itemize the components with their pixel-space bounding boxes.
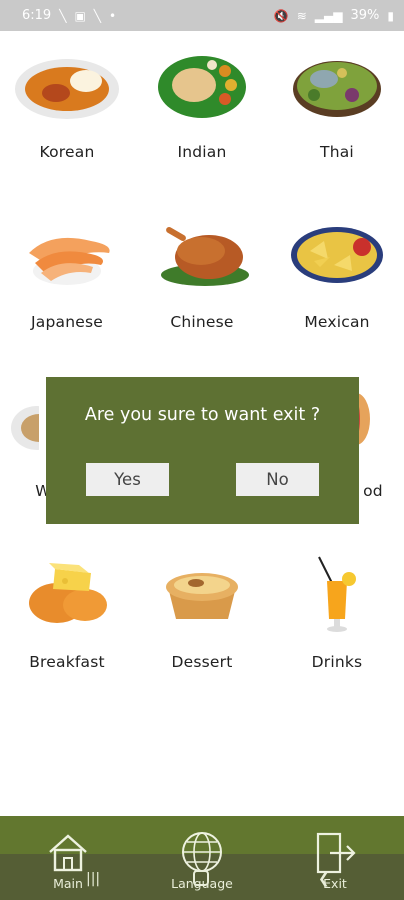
category-label: Drinks (311, 653, 363, 671)
recent-apps-button[interactable]: ||| (86, 871, 100, 887)
nav-label: Exit (323, 876, 347, 891)
category-thai[interactable]: Thai (270, 31, 404, 191)
exit-dialog: Are you sure to want exit ? Yes No (46, 377, 359, 524)
category-breakfast[interactable]: Breakfast (0, 541, 134, 701)
category-japanese[interactable]: Japanese (0, 201, 134, 361)
category-label: Korean (39, 143, 95, 161)
category-mexican[interactable]: Mexican (270, 201, 404, 361)
category-drinks[interactable]: Drinks (270, 541, 404, 701)
drinks-image (318, 556, 356, 632)
notification-icon: ╲ (93, 8, 102, 23)
korean-food-image (15, 59, 119, 119)
exit-icon (316, 832, 356, 874)
mute-icon: 🔇 (273, 8, 289, 23)
category-chinese[interactable]: Chinese (135, 201, 269, 361)
category-dessert[interactable]: Dessert (135, 541, 269, 701)
no-button[interactable]: No (236, 463, 319, 496)
japanese-food-image (29, 237, 110, 285)
nav-language[interactable]: Language (152, 816, 252, 900)
breakfast-food-image (29, 563, 107, 623)
thai-food-image (293, 61, 381, 117)
battery-percentage: 39% (350, 8, 380, 23)
mexican-food-image (291, 227, 383, 283)
category-label: Dessert (171, 653, 233, 671)
bottom-nav: Main Language Exit ||| ❮ (0, 816, 404, 900)
category-label: Chinese (170, 313, 234, 331)
dessert-food-image (166, 573, 238, 619)
western-food-image (11, 406, 39, 450)
yes-button[interactable]: Yes (86, 463, 169, 496)
indian-food-image (158, 56, 246, 118)
nav-label: Main (53, 876, 83, 891)
dialog-title: Are you sure to want exit ? (84, 405, 321, 425)
category-indian[interactable]: Indian (135, 31, 269, 191)
category-label: Japanese (31, 313, 103, 331)
system-home-button[interactable] (193, 870, 209, 886)
notification-icon: ╲ (59, 8, 67, 23)
chinese-food-image (161, 227, 249, 286)
battery-icon: ▮ (387, 8, 394, 23)
dot-icon: • (109, 8, 117, 23)
category-label: Indian (177, 143, 227, 161)
category-label: Breakfast (29, 653, 105, 671)
category-label: Thai (320, 143, 354, 161)
home-icon (49, 834, 87, 872)
category-korean[interactable]: Korean (0, 31, 134, 191)
status-bar: 6:19 ╲ ▣ ╲ • 🔇 ≋ ▂▄▆ 39% ▮ (0, 0, 404, 31)
nav-main[interactable]: Main (18, 816, 118, 900)
signal-icon: ▂▄▆ (314, 8, 343, 23)
image-icon: ▣ (74, 8, 86, 23)
nav-exit[interactable]: Exit (285, 816, 385, 900)
system-back-button[interactable]: ❮ (318, 871, 330, 887)
wifi-icon: ≋ (296, 8, 307, 23)
status-time: 6:19 (22, 8, 52, 23)
category-label: Mexican (304, 313, 370, 331)
